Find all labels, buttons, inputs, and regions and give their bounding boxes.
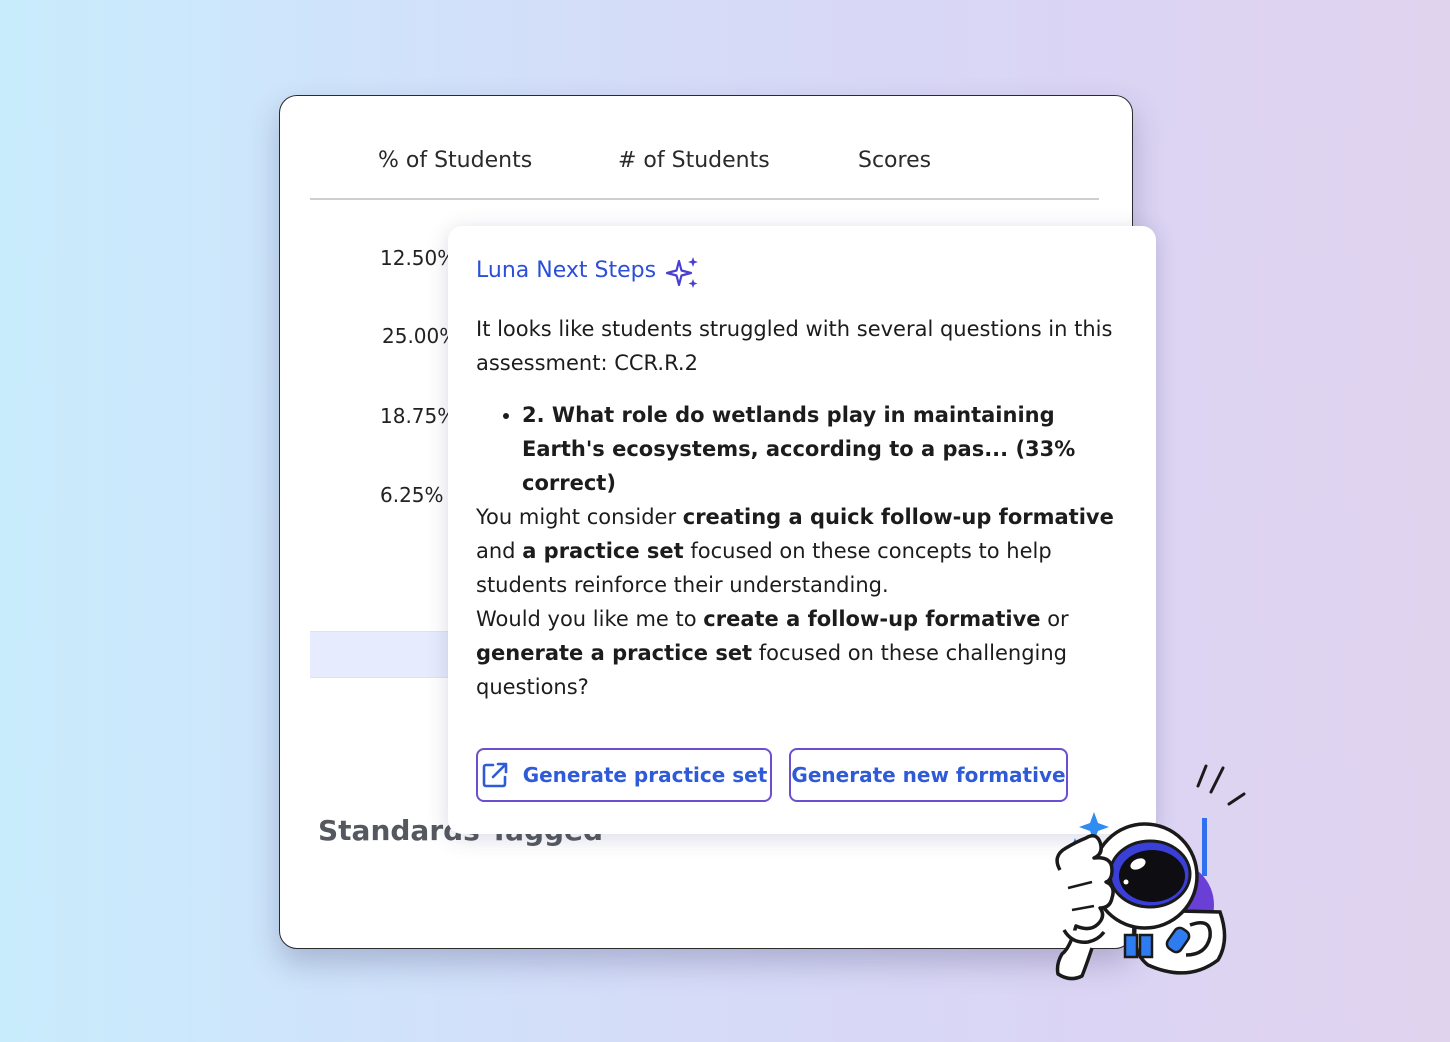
sparkle-icon [666,257,698,288]
percent-cell: 25.00% [382,324,459,348]
list-item: 2. What role do wetlands play in maintai… [522,398,1126,500]
percent-cell: 18.75% [380,404,457,428]
table-header-divider [310,198,1099,200]
header-scores: Scores [858,148,932,173]
struggled-questions-list: 2. What role do wetlands play in maintai… [476,398,1126,500]
header-percent-students: % of Students [378,148,533,173]
button-label: Generate practice set [522,763,768,787]
astronaut-mascot-icon [1055,764,1246,981]
percent-cell: 12.50% [380,246,457,270]
percent-cell: 6.25% [380,483,444,507]
popover-title: Luna Next Steps [476,258,657,283]
popover-body: It looks like students struggled with se… [476,312,1126,704]
generate-practice-set-button[interactable]: Generate practice set [476,748,772,802]
question-prompt-text: Would you like me to create a follow-up … [476,607,1069,699]
header-number-students: # of Students [618,148,770,173]
external-link-icon [482,762,508,788]
luna-next-steps-popover: Luna Next Steps It looks like students s… [448,226,1156,834]
intro-text: It looks like students struggled with se… [476,317,1113,375]
suggestion-text: You might consider creating a quick foll… [476,505,1114,597]
